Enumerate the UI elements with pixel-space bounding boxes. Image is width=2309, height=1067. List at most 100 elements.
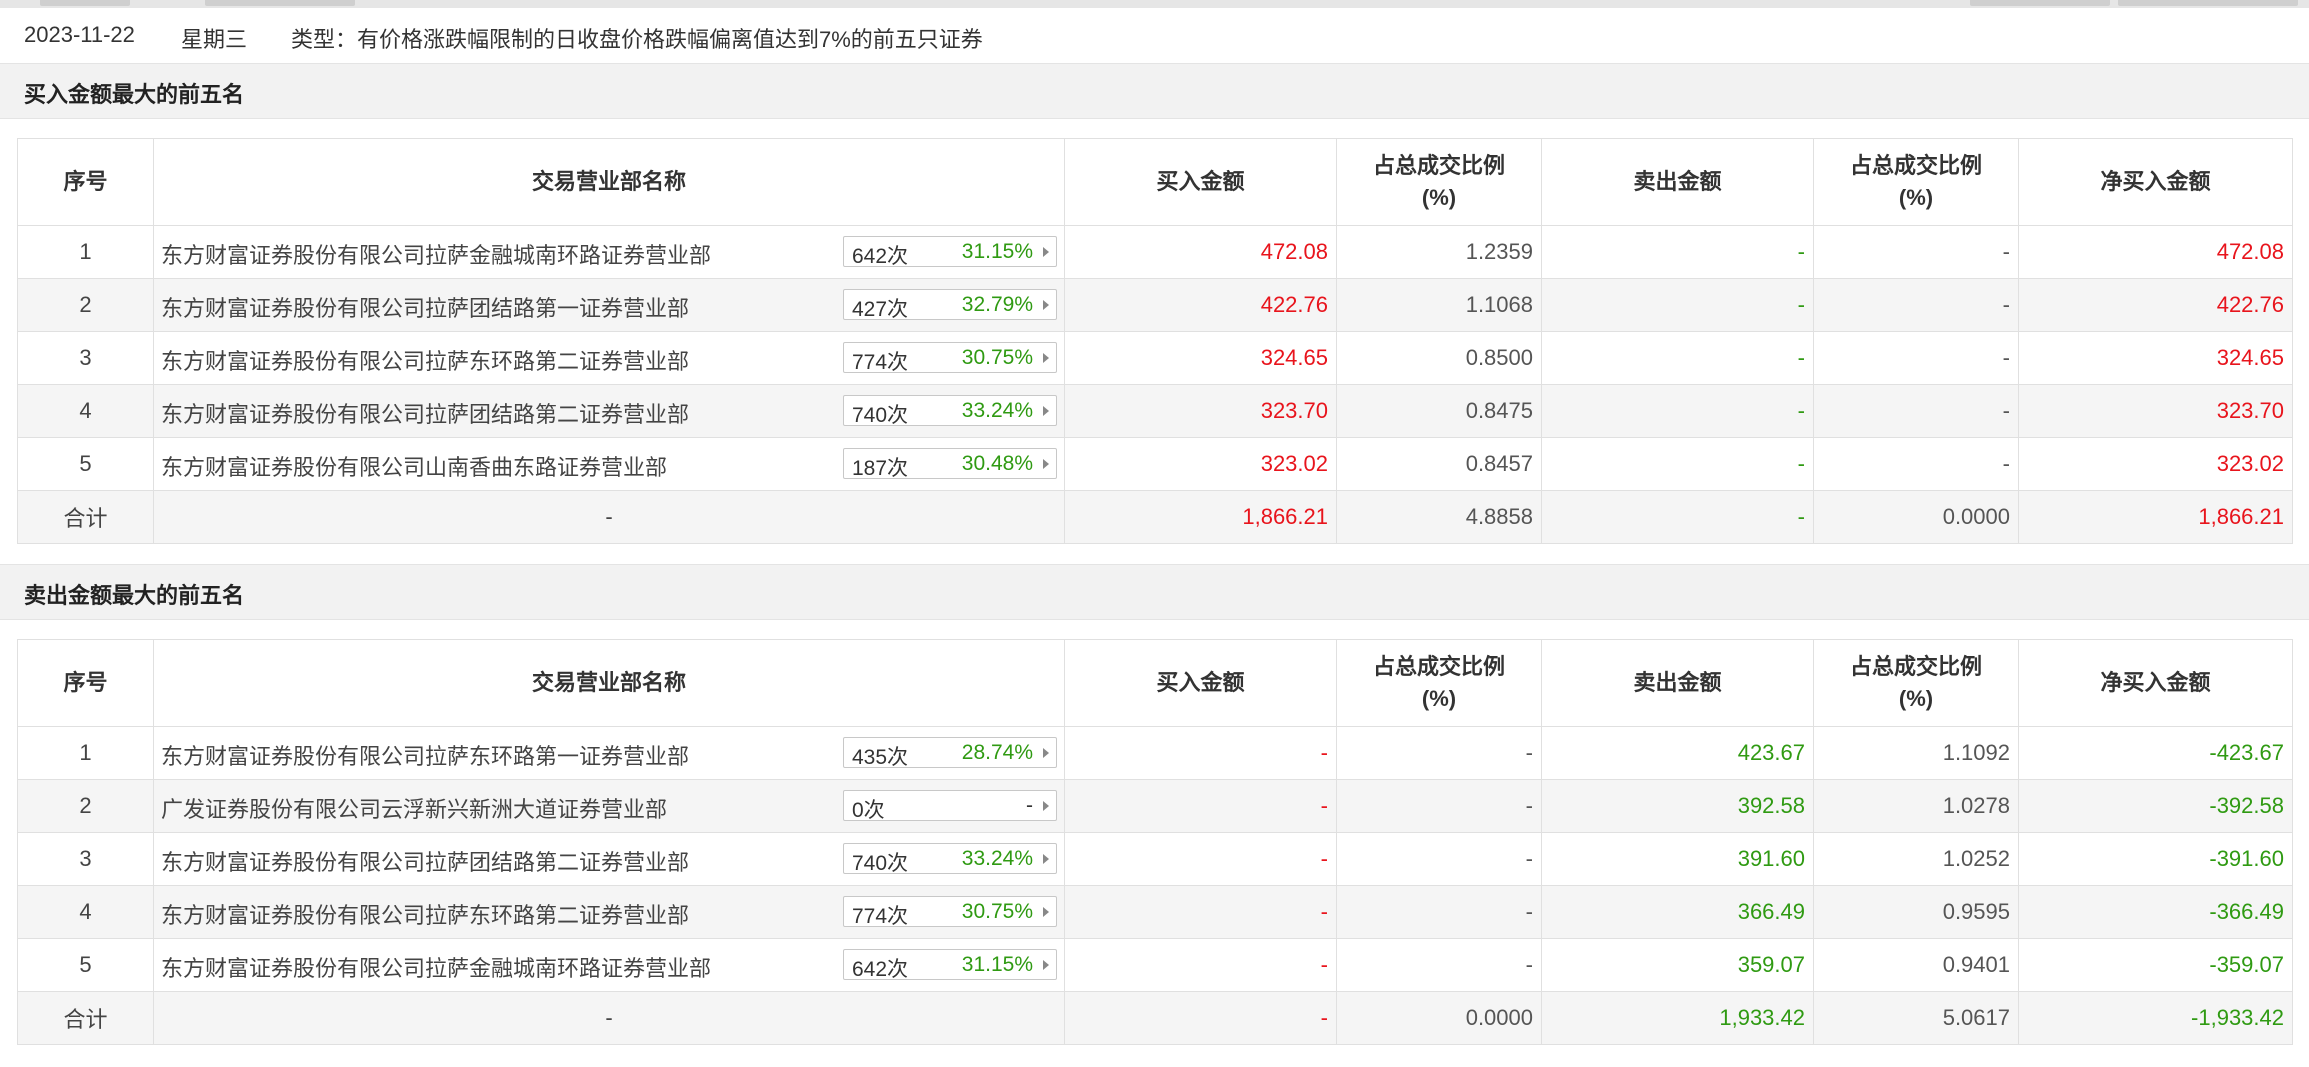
chevron-right-icon bbox=[1043, 801, 1049, 811]
trade-count: 774次 bbox=[852, 351, 909, 374]
row-seq: 4 bbox=[17, 384, 154, 438]
col-buy: 买入金额 bbox=[1064, 639, 1337, 727]
dept-stats-button[interactable]: 427次 32.79% bbox=[843, 289, 1057, 321]
net-amount: -391.60 bbox=[2018, 832, 2293, 886]
buy-amount: 323.70 bbox=[1064, 384, 1337, 438]
net-amount: 323.02 bbox=[2018, 437, 2293, 491]
chevron-right-icon bbox=[1043, 960, 1049, 970]
dept-stats-button[interactable]: 642次 31.15% bbox=[843, 949, 1057, 981]
net-amount: 324.65 bbox=[2018, 331, 2293, 385]
dept-name-link[interactable]: 东方财富证券股份有限公司拉萨东环路第二证券营业部 bbox=[161, 344, 689, 376]
dept-stats-button[interactable]: 187次 30.48% bbox=[843, 448, 1057, 480]
buy-amount: 422.76 bbox=[1064, 278, 1337, 332]
net-amount: -423.67 bbox=[2018, 726, 2293, 780]
buy-amount: - bbox=[1064, 885, 1337, 939]
trade-count: 642次 bbox=[852, 958, 909, 981]
trade-count: 435次 bbox=[852, 746, 909, 769]
dept-stats-button[interactable]: 740次 33.24% bbox=[843, 843, 1057, 875]
total-buy: 1,866.21 bbox=[1064, 490, 1337, 544]
top-tab[interactable] bbox=[205, 0, 355, 6]
net-amount: -366.49 bbox=[2018, 885, 2293, 939]
col-dept: 交易营业部名称 bbox=[153, 138, 1065, 226]
sell-amount: - bbox=[1541, 384, 1814, 438]
top-strip bbox=[0, 0, 2309, 8]
dept-name-link[interactable]: 东方财富证券股份有限公司拉萨东环路第一证券营业部 bbox=[161, 739, 689, 771]
win-rate: 31.15% bbox=[961, 953, 1033, 976]
dept-name-link[interactable]: 东方财富证券股份有限公司拉萨金融城南环路证券营业部 bbox=[161, 238, 711, 270]
table-row: 4 东方财富证券股份有限公司拉萨团结路第二证券营业部 740次 33.24% 32… bbox=[17, 384, 2293, 438]
dept-cell: 东方财富证券股份有限公司拉萨东环路第二证券营业部 774次 30.75% bbox=[153, 885, 1065, 939]
col-sell-ratio: 占总成交比例 (%) bbox=[1813, 138, 2019, 226]
sell-amount: - bbox=[1541, 278, 1814, 332]
dept-name-link[interactable]: 东方财富证券股份有限公司山南香曲东路证券营业部 bbox=[161, 450, 667, 482]
chevron-right-icon bbox=[1043, 854, 1049, 864]
dept-cell: 东方财富证券股份有限公司拉萨团结路第二证券营业部 740次 33.24% bbox=[153, 384, 1065, 438]
dept-cell: 东方财富证券股份有限公司拉萨团结路第一证券营业部 427次 32.79% bbox=[153, 278, 1065, 332]
row-seq: 2 bbox=[17, 278, 154, 332]
row-seq: 3 bbox=[17, 331, 154, 385]
section-title: 买入金额最大的前五名 bbox=[24, 82, 245, 107]
buy-amount: - bbox=[1064, 832, 1337, 886]
trade-count: 427次 bbox=[852, 298, 909, 321]
trade-count: 740次 bbox=[852, 404, 909, 427]
sell-ratio: 1.1092 bbox=[1813, 726, 2019, 780]
dept-stats-button[interactable]: 740次 33.24% bbox=[843, 395, 1057, 427]
buy-ratio: - bbox=[1336, 726, 1542, 780]
col-seq: 序号 bbox=[17, 138, 154, 226]
trade-count: 642次 bbox=[852, 245, 909, 268]
top-tab[interactable] bbox=[1970, 0, 2110, 6]
dept-cell: 东方财富证券股份有限公司拉萨金融城南环路证券营业部 642次 31.15% bbox=[153, 225, 1065, 279]
dept-stats-button[interactable]: 774次 30.75% bbox=[843, 342, 1057, 374]
row-seq: 1 bbox=[17, 726, 154, 780]
trade-date: 2023-11-22 bbox=[24, 22, 135, 47]
sell-table: 序号 交易营业部名称 买入金额 占总成交比例 (%) 卖出金额 占总成交比例 (%)… bbox=[17, 639, 2293, 1045]
dept-stats-button[interactable]: 435次 28.74% bbox=[843, 737, 1057, 769]
sell-amount: 366.49 bbox=[1541, 885, 1814, 939]
row-seq: 3 bbox=[17, 832, 154, 886]
buy-ratio: - bbox=[1336, 938, 1542, 992]
dept-cell: 广发证券股份有限公司云浮新兴新洲大道证券营业部 0次 - bbox=[153, 779, 1065, 833]
dept-name-link[interactable]: 东方财富证券股份有限公司拉萨团结路第一证券营业部 bbox=[161, 291, 689, 323]
dept-stats-button[interactable]: 0次 - bbox=[843, 790, 1057, 822]
buy-ratio: 1.2359 bbox=[1336, 225, 1542, 279]
dept-name-link[interactable]: 东方财富证券股份有限公司拉萨东环路第二证券营业部 bbox=[161, 898, 689, 930]
section-title: 卖出金额最大的前五名 bbox=[24, 583, 245, 608]
dept-cell: 东方财富证券股份有限公司拉萨东环路第一证券营业部 435次 28.74% bbox=[153, 726, 1065, 780]
win-rate: 31.15% bbox=[961, 240, 1033, 263]
chevron-right-icon bbox=[1043, 459, 1049, 469]
buy-section-header: 买入金额最大的前五名 bbox=[0, 63, 2309, 119]
table-row: 5 东方财富证券股份有限公司拉萨金融城南环路证券营业部 642次 31.15% -… bbox=[17, 938, 2293, 992]
row-seq: 5 bbox=[17, 437, 154, 491]
net-amount: 422.76 bbox=[2018, 278, 2293, 332]
dept-cell: 东方财富证券股份有限公司拉萨团结路第二证券营业部 740次 33.24% bbox=[153, 832, 1065, 886]
dept-stats-button[interactable]: 642次 31.15% bbox=[843, 236, 1057, 268]
sell-ratio: - bbox=[1813, 225, 2019, 279]
sell-ratio: 1.0252 bbox=[1813, 832, 2019, 886]
buy-ratio: 0.8500 bbox=[1336, 331, 1542, 385]
row-seq: 2 bbox=[17, 779, 154, 833]
sell-amount: 359.07 bbox=[1541, 938, 1814, 992]
chevron-right-icon bbox=[1043, 748, 1049, 758]
dept-name-link[interactable]: 广发证券股份有限公司云浮新兴新洲大道证券营业部 bbox=[161, 792, 667, 824]
col-sell: 卖出金额 bbox=[1541, 138, 1814, 226]
top-tab[interactable] bbox=[2118, 0, 2298, 6]
col-sell: 卖出金额 bbox=[1541, 639, 1814, 727]
buy-ratio: 1.1068 bbox=[1336, 278, 1542, 332]
dept-name-link[interactable]: 东方财富证券股份有限公司拉萨金融城南环路证券营业部 bbox=[161, 951, 711, 983]
table-row: 1 东方财富证券股份有限公司拉萨东环路第一证券营业部 435次 28.74% - … bbox=[17, 726, 2293, 780]
table-row: 4 东方财富证券股份有限公司拉萨东环路第二证券营业部 774次 30.75% - … bbox=[17, 885, 2293, 939]
dept-name-link[interactable]: 东方财富证券股份有限公司拉萨团结路第二证券营业部 bbox=[161, 397, 689, 429]
top-tab[interactable] bbox=[40, 0, 130, 6]
total-label: 合计 bbox=[17, 490, 154, 544]
chevron-right-icon bbox=[1043, 907, 1049, 917]
table-header-row: 序号 交易营业部名称 买入金额 占总成交比例 (%) 卖出金额 占总成交比例 (%)… bbox=[17, 138, 2293, 226]
buy-ratio: - bbox=[1336, 885, 1542, 939]
dept-name-link[interactable]: 东方财富证券股份有限公司拉萨团结路第二证券营业部 bbox=[161, 845, 689, 877]
win-rate: 32.79% bbox=[961, 293, 1033, 316]
buy-table: 序号 交易营业部名称 买入金额 占总成交比例 (%) 卖出金额 占总成交比例 (%)… bbox=[17, 138, 2293, 544]
table-header-row: 序号 交易营业部名称 买入金额 占总成交比例 (%) 卖出金额 占总成交比例 (%)… bbox=[17, 639, 2293, 727]
sell-ratio: - bbox=[1813, 437, 2019, 491]
total-sell: 1,933.42 bbox=[1541, 991, 1814, 1045]
dept-stats-button[interactable]: 774次 30.75% bbox=[843, 896, 1057, 928]
row-seq: 4 bbox=[17, 885, 154, 939]
